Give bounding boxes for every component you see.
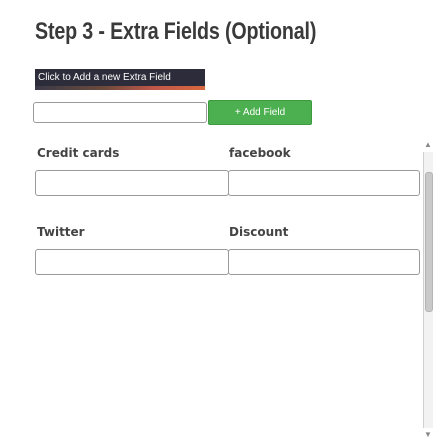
twitter-input[interactable] [35, 249, 229, 275]
facebook-input[interactable] [228, 170, 420, 196]
field-label-discount: Discount [229, 225, 289, 239]
new-field-name-input[interactable] [33, 102, 207, 123]
field-label-facebook: facebook [229, 146, 291, 160]
banner-accent-strip [35, 86, 205, 90]
scroll-thumb[interactable] [425, 172, 433, 312]
add-field-button[interactable]: + Add Field [208, 100, 312, 125]
scroll-track[interactable] [423, 152, 433, 428]
credit-cards-input[interactable] [35, 170, 229, 196]
page-title: Step 3 - Extra Fields (Optional) [35, 18, 317, 45]
side-scrollbar[interactable]: ▲ ▼ [423, 140, 433, 440]
scroll-down-icon[interactable]: ▼ [423, 430, 433, 440]
discount-input[interactable] [228, 249, 420, 275]
field-label-credit-cards: Credit cards [37, 146, 120, 160]
scroll-up-icon[interactable]: ▲ [423, 140, 433, 150]
add-field-banner[interactable]: Click to Add a new Extra Field [35, 69, 205, 86]
field-label-twitter: Twitter [37, 225, 85, 239]
